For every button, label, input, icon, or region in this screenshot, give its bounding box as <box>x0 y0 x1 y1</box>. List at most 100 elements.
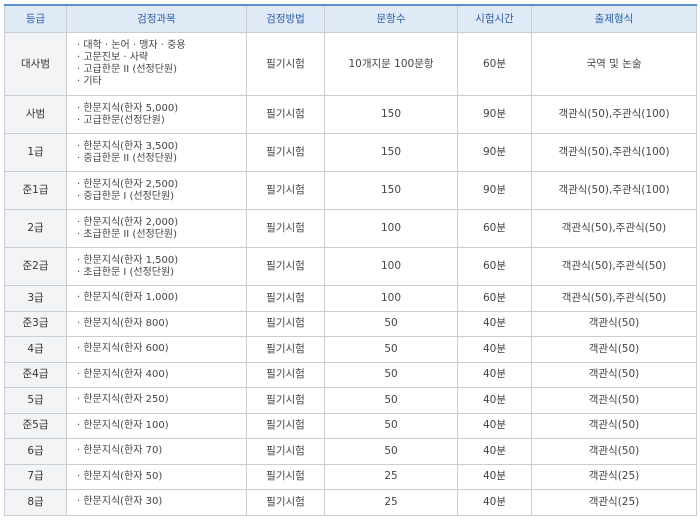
method-cell: 필기시험 <box>246 489 325 516</box>
time-cell: 60분 <box>457 285 532 312</box>
format-cell: 객관식(25) <box>531 463 697 490</box>
table-row: 1급 · 한문지식(한자 3,500) · 중급한문 II (선정단원) 필기시험 15… <box>4 133 697 172</box>
format-cell: 객관식(50),주관식(50) <box>531 209 697 248</box>
questions-cell: 100 <box>324 285 458 312</box>
time-cell: 90분 <box>457 171 532 210</box>
table-row: 4급 · 한문지식(한자 600) 필기시험 50 40분 객관식(50) <box>4 336 697 363</box>
header-time: 시험시간 <box>457 4 532 33</box>
header-questions: 문항수 <box>324 4 458 33</box>
questions-cell: 10개지문 100문항 <box>324 32 458 96</box>
subject-line: · 초급한문 I (선정단원) <box>77 266 175 278</box>
table-row: 준1급 · 한문지식(한자 2,500) · 중급한문 I (선정단원) 필기시험 15… <box>4 171 697 210</box>
format-cell: 국역 및 논술 <box>531 32 697 96</box>
questions-cell: 150 <box>324 133 458 172</box>
time-cell: 40분 <box>457 310 532 337</box>
method-cell: 필기시험 <box>246 32 325 96</box>
format-cell: 객관식(50) <box>531 361 697 388</box>
subject-line: · 중급한문 I (선정단원) <box>77 190 175 202</box>
header-row: 등급 검정과목 검정방법 문항수 시험시간 출제형식 <box>4 4 697 33</box>
grade-cell: 준5급 <box>4 412 67 439</box>
format-cell: 객관식(50) <box>531 387 697 414</box>
format-cell: 객관식(50),주관식(100) <box>531 95 697 134</box>
subject-line: · 한문지식(한자 100) <box>77 419 169 431</box>
time-cell: 40분 <box>457 489 532 516</box>
subject-line: · 한문지식(한자 50) <box>77 470 163 482</box>
method-cell: 필기시험 <box>246 209 325 248</box>
method-cell: 필기시험 <box>246 171 325 210</box>
format-cell: 객관식(25) <box>531 489 697 516</box>
subject-line: · 한문지식(한자 250) <box>77 394 169 406</box>
format-cell: 객관식(50),주관식(100) <box>531 171 697 210</box>
time-cell: 40분 <box>457 387 532 414</box>
grade-cell: 4급 <box>4 336 67 363</box>
method-cell: 필기시험 <box>246 310 325 337</box>
subject-line: · 한문지식(한자 1,000) <box>77 292 179 304</box>
subjects-cell: · 한문지식(한자 100) <box>66 412 247 439</box>
subject-line: · 한문지식(한자 2,000) <box>77 216 179 228</box>
subject-line: · 고급한문 II (선정단원) <box>77 64 178 75</box>
subjects-cell: · 한문지식(한자 2,500) · 중급한문 I (선정단원) <box>66 171 247 210</box>
grade-cell: 대사범 <box>4 32 67 96</box>
method-cell: 필기시험 <box>246 412 325 439</box>
questions-cell: 50 <box>324 412 458 439</box>
method-cell: 필기시험 <box>246 336 325 363</box>
time-cell: 40분 <box>457 412 532 439</box>
table-row: 준5급 · 한문지식(한자 100) 필기시험 50 40분 객관식(50) <box>4 412 697 439</box>
questions-cell: 50 <box>324 310 458 337</box>
grade-cell: 5급 <box>4 387 67 414</box>
table-row: 준3급 · 한문지식(한자 800) 필기시험 50 40분 객관식(50) <box>4 310 697 337</box>
subjects-cell: · 한문지식(한자 1,500) · 초급한문 I (선정단원) <box>66 247 247 286</box>
subjects-cell: · 한문지식(한자 400) <box>66 361 247 388</box>
method-cell: 필기시험 <box>246 463 325 490</box>
subject-line: · 한문지식(한자 2,500) <box>77 178 179 190</box>
subjects-cell: · 한문지식(한자 800) <box>66 310 247 337</box>
grade-cell: 8급 <box>4 489 67 516</box>
table-row: 사범 · 한문지식(한자 5,000) · 고급한문(선정단원) 필기시험 150 90분… <box>4 95 697 134</box>
grade-cell: 2급 <box>4 209 67 248</box>
subject-line: · 한문지식(한자 800) <box>77 317 169 329</box>
method-cell: 필기시험 <box>246 247 325 286</box>
table-row: 5급 · 한문지식(한자 250) 필기시험 50 40분 객관식(50) <box>4 387 697 414</box>
subjects-cell: · 한문지식(한자 70) <box>66 438 247 465</box>
format-cell: 객관식(50),주관식(50) <box>531 247 697 286</box>
time-cell: 60분 <box>457 32 532 96</box>
header-grade: 등급 <box>4 4 67 33</box>
format-cell: 객관식(50),주관식(100) <box>531 133 697 172</box>
time-cell: 40분 <box>457 336 532 363</box>
time-cell: 90분 <box>457 133 532 172</box>
questions-cell: 100 <box>324 247 458 286</box>
grade-cell: 3급 <box>4 285 67 312</box>
table-row: 8급 · 한문지식(한자 30) 필기시험 25 40분 객관식(25) <box>4 489 697 516</box>
subject-line: · 한문지식(한자 5,000) <box>77 102 179 114</box>
questions-cell: 50 <box>324 361 458 388</box>
method-cell: 필기시험 <box>246 95 325 134</box>
subjects-cell: · 한문지식(한자 50) <box>66 463 247 490</box>
questions-cell: 150 <box>324 95 458 134</box>
subject-line: · 한문지식(한자 3,500) <box>77 140 179 152</box>
subject-line: · 기타 <box>77 76 102 87</box>
grade-cell: 1급 <box>4 133 67 172</box>
header-method: 검정방법 <box>246 4 325 33</box>
grade-cell: 준3급 <box>4 310 67 337</box>
subjects-cell: · 한문지식(한자 2,000) · 초급한문 II (선정단원) <box>66 209 247 248</box>
subject-line: · 대학 · 논어 · 맹자 · 중용 <box>77 40 186 51</box>
grade-cell: 준4급 <box>4 361 67 388</box>
subject-line: · 한문지식(한자 70) <box>77 445 163 457</box>
format-cell: 객관식(50),주관식(50) <box>531 285 697 312</box>
table-row: 7급 · 한문지식(한자 50) 필기시험 25 40분 객관식(25) <box>4 463 697 490</box>
subjects-cell: · 한문지식(한자 3,500) · 중급한문 II (선정단원) <box>66 133 247 172</box>
table-row: 3급 · 한문지식(한자 1,000) 필기시험 100 60분 객관식(50),주관식(… <box>4 285 697 312</box>
questions-cell: 50 <box>324 438 458 465</box>
table-row: 준4급 · 한문지식(한자 400) 필기시험 50 40분 객관식(50) <box>4 361 697 388</box>
method-cell: 필기시험 <box>246 361 325 388</box>
table-row: 6급 · 한문지식(한자 70) 필기시험 50 40분 객관식(50) <box>4 438 697 465</box>
subject-line: · 중급한문 II (선정단원) <box>77 152 178 164</box>
questions-cell: 50 <box>324 336 458 363</box>
method-cell: 필기시험 <box>246 285 325 312</box>
method-cell: 필기시험 <box>246 133 325 172</box>
format-cell: 객관식(50) <box>531 412 697 439</box>
questions-cell: 50 <box>324 387 458 414</box>
time-cell: 40분 <box>457 361 532 388</box>
table-row: 준2급 · 한문지식(한자 1,500) · 초급한문 I (선정단원) 필기시험 10… <box>4 247 697 286</box>
method-cell: 필기시험 <box>246 438 325 465</box>
